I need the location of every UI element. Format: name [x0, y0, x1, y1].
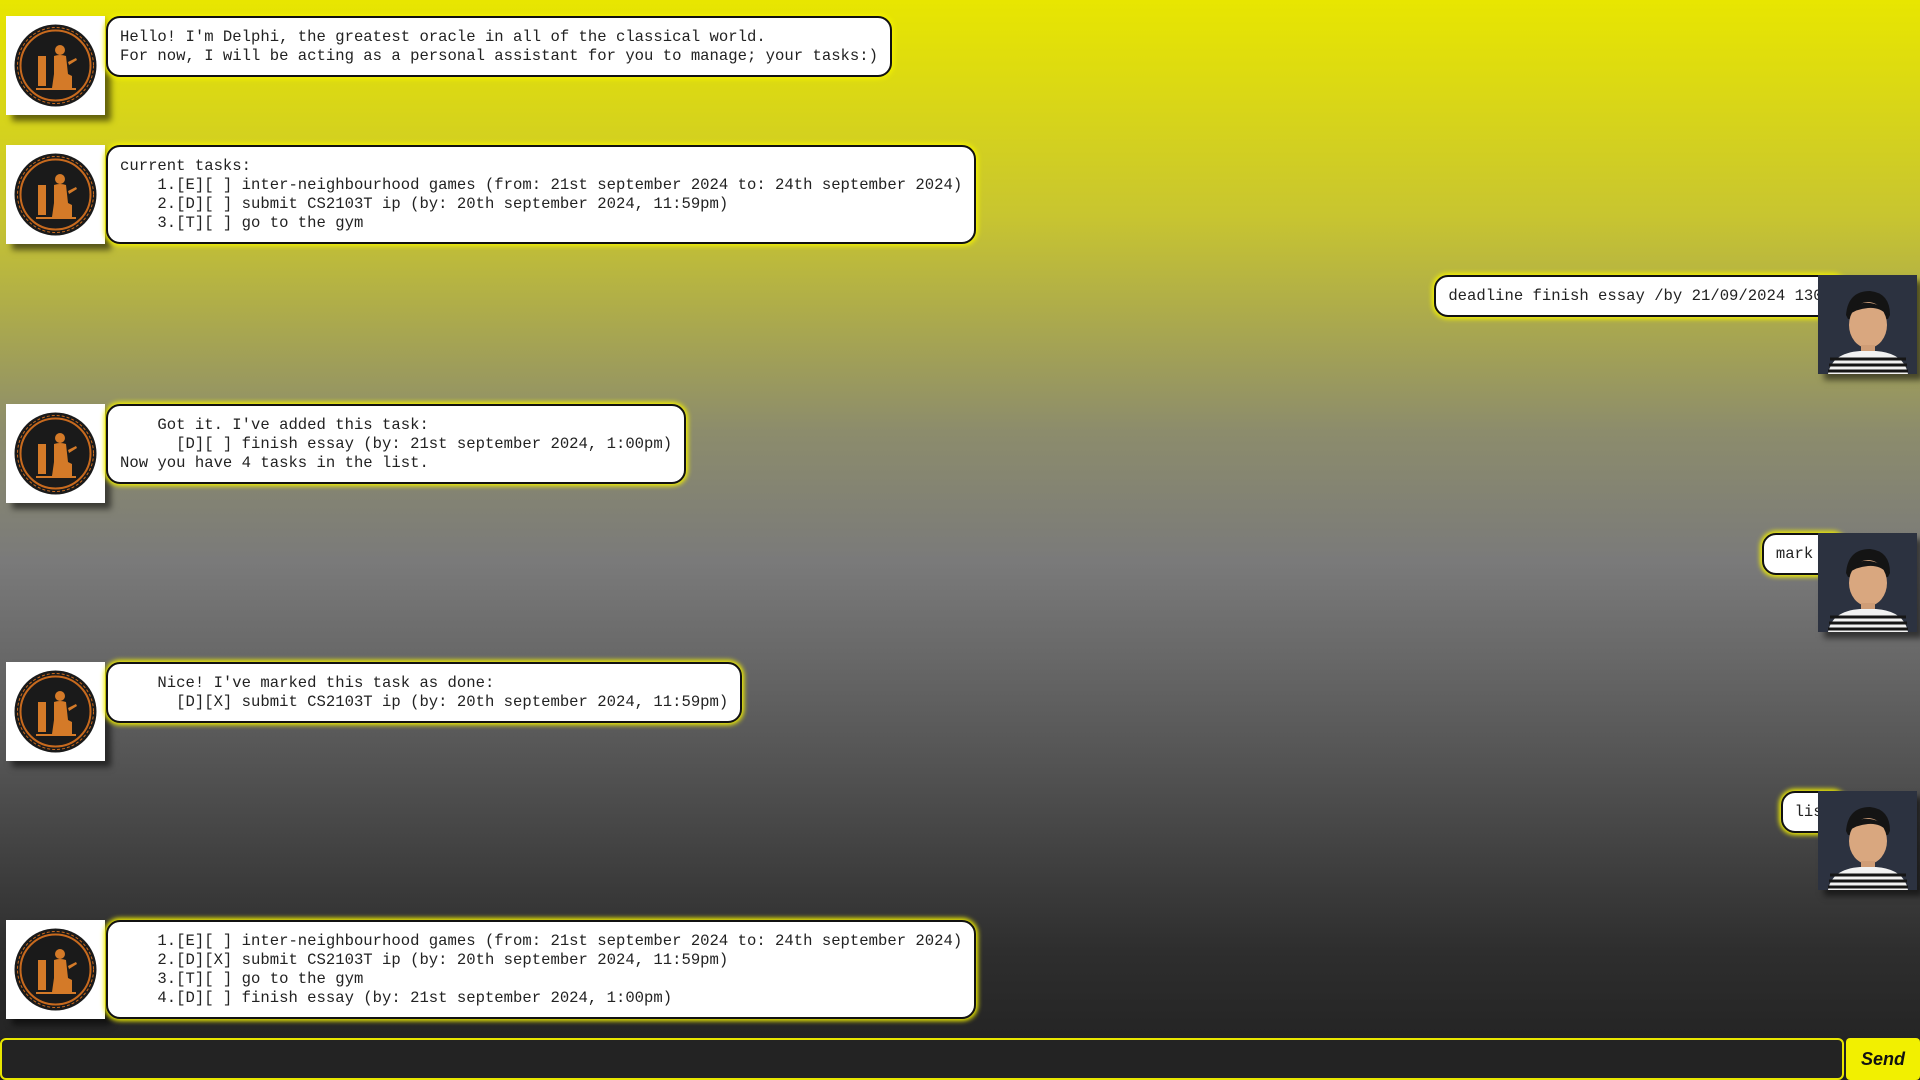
message-bubble: deadline finish essay /by 21/09/2024 130… — [1434, 275, 1846, 317]
dialog-container[interactable]: Hello! I'm Delphi, the greatest oracle i… — [0, 0, 1920, 1035]
message-input[interactable] — [0, 1038, 1844, 1080]
user-avatar-icon — [1818, 533, 1917, 632]
message-bubble: 1.[E][ ] inter-neighbourhood games (from… — [106, 920, 977, 1019]
message-bubble: Nice! I've marked this task as done: [D]… — [106, 662, 743, 723]
user-avatar-icon — [1818, 791, 1917, 890]
oracle-vase-icon — [6, 404, 105, 503]
message-bubble: current tasks: 1.[E][ ] inter-neighbourh… — [106, 145, 977, 244]
message-bubble: Hello! I'm Delphi, the greatest oracle i… — [106, 16, 892, 77]
user-avatar-icon — [1818, 275, 1917, 374]
oracle-vase-icon — [6, 920, 105, 1019]
oracle-vase-icon — [6, 662, 105, 761]
message-bubble: Got it. I've added this task: [D][ ] fin… — [106, 404, 687, 484]
oracle-vase-icon — [6, 16, 105, 115]
send-button[interactable]: Send — [1846, 1038, 1920, 1080]
oracle-vase-icon — [6, 145, 105, 244]
